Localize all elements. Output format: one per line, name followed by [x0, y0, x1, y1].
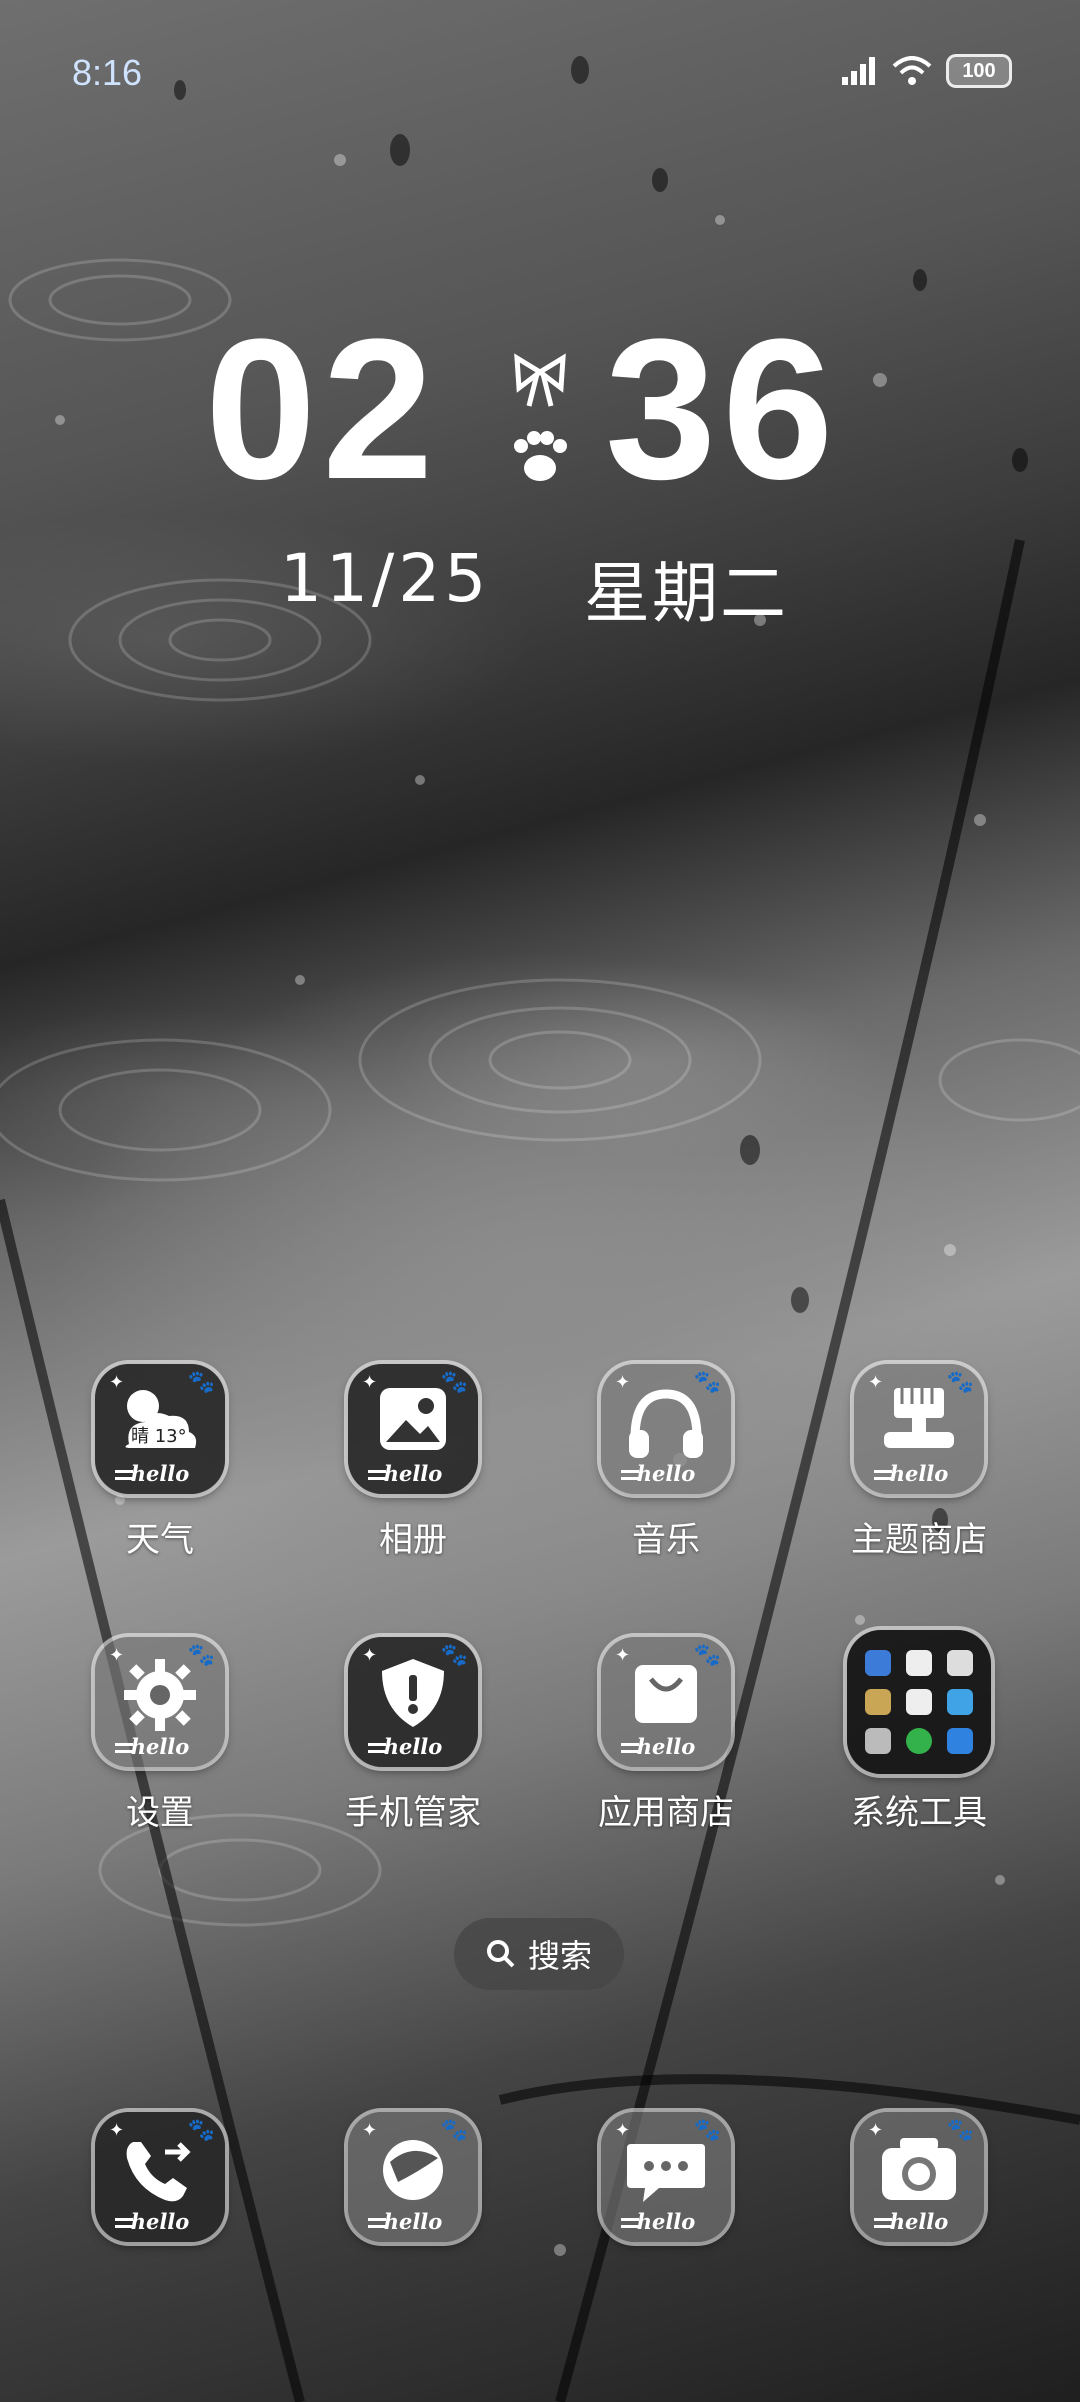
wifi-icon: [892, 56, 932, 85]
paw-icon: 🐾: [187, 2118, 215, 2143]
app-label: 应用商店: [598, 1793, 734, 1833]
app-phone-manager[interactable]: ✦ 🐾 hello 手机管家: [303, 1637, 523, 1834]
message-icon: ✦ 🐾 hello: [601, 2112, 731, 2242]
weather-badge: 晴 13°: [131, 1426, 187, 1447]
browser-icon: ✦ 🐾 hello: [348, 2112, 478, 2242]
clock-weekday: 星期二: [584, 555, 788, 632]
mini-app-icon: [947, 1728, 973, 1754]
status-time: 8:16: [72, 52, 143, 93]
clock-minutes: 36: [605, 298, 840, 521]
sparkle-icon: ✦: [615, 1645, 631, 1666]
app-label: 音乐: [632, 1520, 700, 1560]
icon-caption: hello: [383, 1461, 443, 1486]
mini-app-icon: [906, 1650, 932, 1676]
icon-caption: hello: [636, 1461, 696, 1486]
paw-icon: 🐾: [693, 1643, 721, 1668]
weather-icon: 晴 13° ✦ 🐾 hello: [95, 1364, 225, 1494]
mini-app-icon: [865, 1689, 891, 1715]
app-label: 手机管家: [345, 1793, 481, 1833]
dock-messages[interactable]: ✦ 🐾 hello: [556, 2112, 776, 2242]
app-settings[interactable]: ✦ 🐾 hello 设置: [50, 1637, 270, 1834]
mini-app-icon: [947, 1650, 973, 1676]
bow-paw-icon: [514, 353, 567, 481]
paw-icon: 🐾: [440, 1370, 468, 1395]
icon-caption: hello: [636, 1734, 696, 1759]
paw-icon: 🐾: [946, 2118, 974, 2143]
gear-icon: ✦ 🐾 hello: [95, 1637, 225, 1767]
theme-store-icon: ✦ 🐾 hello: [854, 1364, 984, 1494]
sparkle-icon: ✦: [615, 2120, 631, 2141]
paw-icon: 🐾: [440, 1643, 468, 1668]
icon-caption: hello: [889, 2209, 949, 2234]
search-label: 搜索: [527, 1937, 592, 1975]
phone-icon: ✦ 🐾 hello: [95, 2112, 225, 2242]
paw-icon: 🐾: [693, 1370, 721, 1395]
app-gallery[interactable]: ✦ 🐾 hello 相册: [303, 1364, 523, 1561]
dock-browser[interactable]: ✦ 🐾 hello: [303, 2112, 523, 2242]
app-store[interactable]: ✦ 🐾 hello 应用商店: [556, 1637, 776, 1834]
mini-app-icon: [906, 1689, 932, 1715]
app-label: 天气: [126, 1520, 194, 1560]
sparkle-icon: ✦: [109, 1372, 125, 1393]
app-weather[interactable]: 晴 13° ✦ 🐾 hello 天气: [50, 1364, 270, 1561]
app-label: 主题商店: [851, 1520, 987, 1560]
icon-caption: hello: [130, 2209, 190, 2234]
battery-indicator: 100: [946, 54, 1012, 88]
app-music[interactable]: ✦ 🐾 hello 音乐: [556, 1364, 776, 1561]
clock-date: 11/25: [280, 540, 491, 617]
app-system-tools[interactable]: 系统工具: [809, 1630, 1029, 1834]
search-button[interactable]: 搜索: [454, 1918, 624, 1990]
mini-app-icon: [947, 1689, 973, 1715]
app-label: 设置: [126, 1793, 194, 1833]
app-label: 系统工具: [851, 1793, 987, 1833]
mini-app-icon: [906, 1728, 932, 1754]
signal-icon: [842, 57, 875, 85]
sparkle-icon: ✦: [362, 1645, 378, 1666]
icon-caption: hello: [130, 1734, 190, 1759]
sparkle-icon: ✦: [109, 2120, 125, 2141]
sparkle-icon: ✦: [362, 2120, 378, 2141]
search-icon: [486, 1940, 515, 1968]
sparkle-icon: ✦: [109, 1645, 125, 1666]
sparkle-icon: ✦: [868, 2120, 884, 2141]
status-icons: 100: [842, 54, 1012, 88]
icon-caption: hello: [383, 2209, 443, 2234]
app-theme-store[interactable]: ✦ 🐾 hello 主题商店: [809, 1364, 1029, 1561]
sparkle-icon: ✦: [362, 1372, 378, 1393]
paw-icon: 🐾: [187, 1643, 215, 1668]
camera-icon: ✦ 🐾 hello: [854, 2112, 984, 2242]
status-bar: 8:16 100: [0, 0, 1080, 150]
headphones-icon: ✦ 🐾 hello: [601, 1364, 731, 1494]
sparkle-icon: ✦: [868, 1372, 884, 1393]
app-label: 相册: [379, 1520, 447, 1560]
icon-caption: hello: [889, 1461, 949, 1486]
paw-icon: 🐾: [693, 2118, 721, 2143]
icon-caption: hello: [636, 2209, 696, 2234]
mini-app-icon: [865, 1728, 891, 1754]
paw-icon: 🐾: [440, 2118, 468, 2143]
sparkle-icon: ✦: [615, 1372, 631, 1393]
paw-icon: 🐾: [187, 1370, 215, 1395]
icon-caption: hello: [130, 1461, 190, 1486]
icon-caption: hello: [383, 1734, 443, 1759]
shield-icon: ✦ 🐾 hello: [348, 1637, 478, 1767]
shopping-bag-icon: ✦ 🐾 hello: [601, 1637, 731, 1767]
clock-widget[interactable]: 02 36: [0, 298, 1080, 521]
dock-camera[interactable]: ✦ 🐾 hello: [809, 2112, 1029, 2242]
gallery-icon: ✦ 🐾 hello: [348, 1364, 478, 1494]
folder-icon: [847, 1630, 991, 1774]
paw-icon: 🐾: [946, 1370, 974, 1395]
dock-phone[interactable]: ✦ 🐾 hello: [50, 2112, 270, 2242]
mini-app-icon: [865, 1650, 891, 1676]
clock-hours: 02: [205, 298, 440, 521]
